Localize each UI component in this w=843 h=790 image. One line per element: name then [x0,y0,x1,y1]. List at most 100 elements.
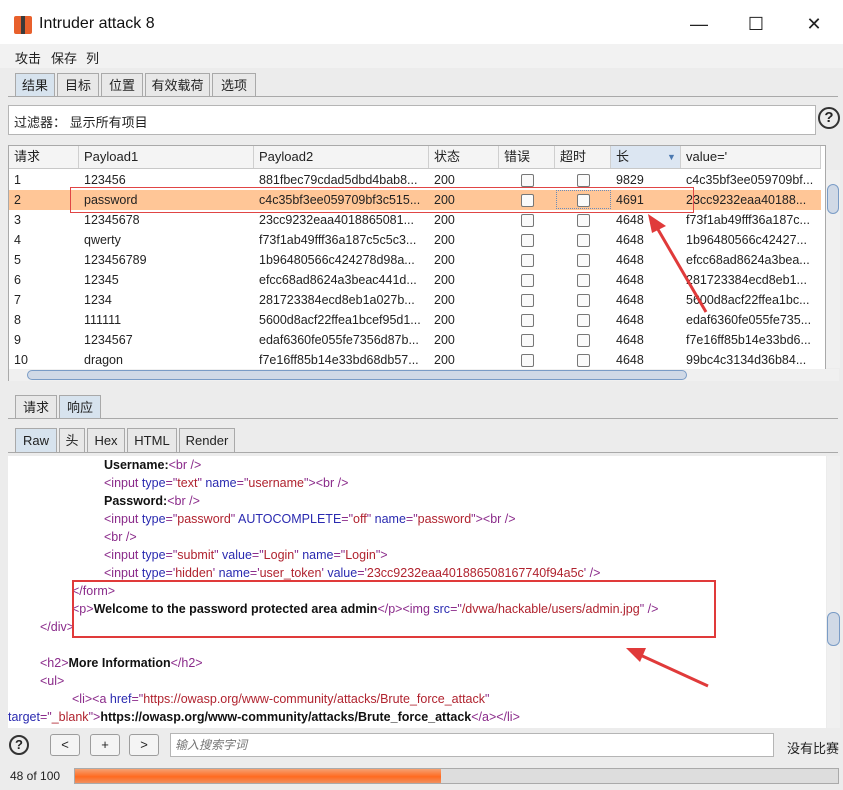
code-vertical-scrollbar[interactable] [827,456,840,728]
column-payload2[interactable]: Payload2 [254,146,429,168]
table-cell-id: 9 [14,333,21,347]
table-cell-id: 4 [14,233,21,247]
scroll-thumb[interactable] [27,370,687,380]
add-button[interactable]: + [90,734,120,756]
previous-button[interactable]: < [50,734,80,756]
error-checkbox[interactable] [521,174,534,187]
table-cell-p1: 1234 [84,293,112,307]
progress-fill [75,769,441,783]
tab-html[interactable]: HTML [127,428,177,452]
column-payload1[interactable]: Payload1 [79,146,254,168]
table-cell-p2: 1b96480566c424278d98a... [259,253,415,267]
code-line: Password:<br /> [104,494,200,508]
table-cell-len: 4648 [616,213,644,227]
table-cell-p1: 1234567 [84,333,133,347]
close-button[interactable]: ✕ [797,12,831,36]
error-checkbox[interactable] [521,334,534,347]
menu-bar [0,44,843,68]
tab-positions[interactable]: 位置 [101,73,143,97]
table-cell-id: 1 [14,173,21,187]
timeout-checkbox[interactable] [577,274,590,287]
filter-label: 过滤器： [14,115,67,130]
table-cell-p2: 281723384ecd8eb1a027b... [259,293,415,307]
column-length[interactable]: 长 ▼ [611,146,681,168]
table-cell-value: efcc68ad8624a3bea... [686,253,810,267]
tab-divider [8,418,838,419]
scroll-thumb[interactable] [827,612,840,646]
table-cell-p2: f7e16ff85b14e33bd68db57... [259,353,419,367]
minimize-button[interactable]: — [682,12,716,36]
timeout-checkbox[interactable] [577,354,590,367]
column-value[interactable]: value=' [681,146,821,168]
table-cell-len: 4648 [616,293,644,307]
table-cell-value: 5600d8acf22ffea1bc... [686,293,810,307]
error-checkbox[interactable] [521,274,534,287]
timeout-checkbox[interactable] [577,234,590,247]
table-cell-p2: efcc68ad8624a3beac441d... [259,273,417,287]
help-icon[interactable]: ? [9,735,29,755]
search-input[interactable] [170,733,774,757]
tab-payloads[interactable]: 有效载荷 [145,73,210,97]
timeout-checkbox[interactable] [577,174,590,187]
table-cell-status: 200 [434,293,455,307]
tab-divider [8,96,838,97]
timeout-checkbox[interactable] [577,294,590,307]
timeout-checkbox[interactable] [577,334,590,347]
error-checkbox[interactable] [521,254,534,267]
error-checkbox[interactable] [521,214,534,227]
error-checkbox[interactable] [521,294,534,307]
column-error[interactable]: 错误 [499,146,555,168]
timeout-checkbox[interactable] [577,254,590,267]
tab-request[interactable]: 请求 [15,395,57,419]
tab-hex[interactable]: Hex [87,428,125,452]
table-cell-value: f7e16ff85b14e33bd6... [686,333,811,347]
table-cell-id: 2 [14,193,21,207]
code-line: <input type="password" AUTOCOMPLETE="off… [104,512,516,526]
error-checkbox[interactable] [521,234,534,247]
table-cell-value: 1b96480566c42427... [686,233,807,247]
menu-columns[interactable]: 列 [86,48,99,67]
table-cell-status: 200 [434,333,455,347]
code-line: <ul> [40,674,65,688]
table-cell-len: 4648 [616,313,644,327]
table-cell-value: edaf6360fe055fe735... [686,313,812,327]
tab-results[interactable]: 结果 [15,73,55,97]
table-vertical-scrollbar[interactable] [826,170,840,368]
column-timeout[interactable]: 超时 [555,146,611,168]
error-checkbox[interactable] [521,354,534,367]
table-cell-status: 200 [434,353,455,367]
code-line: <br /> [104,530,137,544]
table-cell-value: c4c35bf3ee059709bf... [686,173,814,187]
tab-response[interactable]: 响应 [59,395,101,419]
timeout-checkbox[interactable] [577,214,590,227]
error-checkbox[interactable] [521,314,534,327]
table-cell-p1: qwerty [84,233,121,247]
tab-options[interactable]: 选项 [212,73,256,97]
code-line: <h2>More Information</h2> [40,656,203,670]
table-horizontal-scrollbar[interactable] [9,369,839,381]
next-button[interactable]: > [129,734,159,756]
code-line: Username:<br /> [104,458,202,472]
table-cell-id: 7 [14,293,21,307]
scroll-thumb[interactable] [827,184,839,214]
window-title: Intruder attack 8 [39,15,155,32]
code-line: <input type="submit" value="Login" name=… [104,548,388,562]
tab-target[interactable]: 目标 [57,73,99,97]
tab-headers[interactable]: 头 [59,428,85,452]
table-cell-len: 4648 [616,353,644,367]
column-status[interactable]: 状态 [429,146,499,168]
menu-save[interactable]: 保存 [51,48,77,67]
maximize-button[interactable]: ☐ [739,12,773,36]
table-cell-p2: 23cc9232eaa4018865081... [259,213,415,227]
table-cell-value: f73f1ab49fff36a187c... [686,213,810,227]
column-request[interactable]: 请求 [9,146,79,168]
timeout-checkbox[interactable] [577,314,590,327]
menu-attack[interactable]: 攻击 [15,48,41,67]
table-cell-id: 5 [14,253,21,267]
tab-raw[interactable]: Raw [15,428,57,452]
help-icon[interactable]: ? [818,107,840,129]
filter-text: 过滤器： 显示所有项目 [14,112,148,131]
code-line: target="_blank">https://owasp.org/www-co… [8,710,520,724]
tab-render[interactable]: Render [179,428,235,452]
